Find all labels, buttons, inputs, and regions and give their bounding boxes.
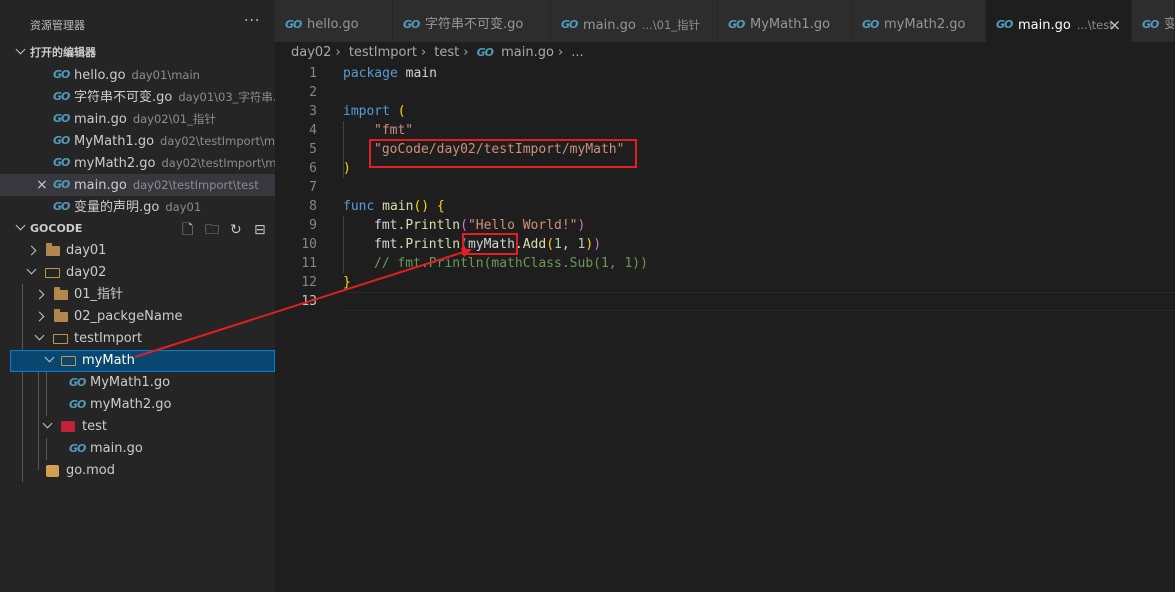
annotation-arrow <box>134 247 472 358</box>
arrow-line <box>134 247 472 358</box>
horizontal-scrollbar[interactable] <box>275 588 1175 592</box>
